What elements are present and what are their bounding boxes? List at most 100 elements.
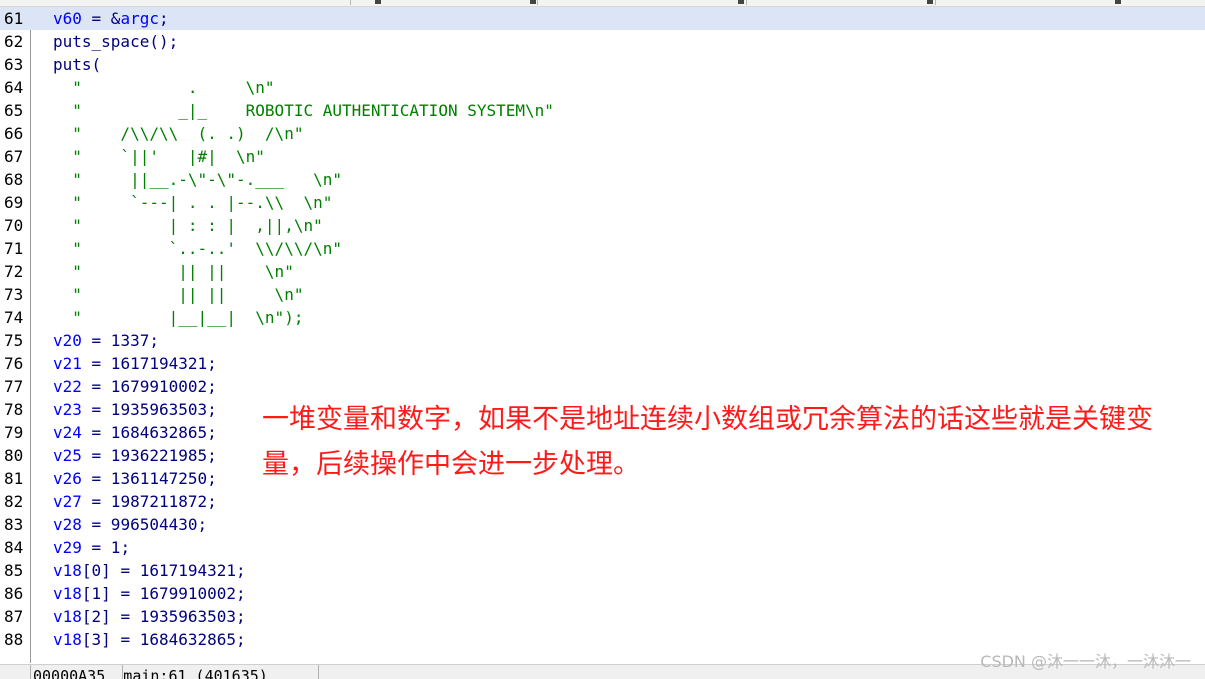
variable-token[interactable]: v26	[53, 469, 82, 488]
code-token: ;	[158, 9, 169, 28]
line-source[interactable]: " ||__.-\"-\"-.___ \n"	[53, 168, 342, 191]
code-line[interactable]: 69 " `---| . . |--.\\ \n"	[0, 191, 1205, 214]
variable-token[interactable]: v18	[53, 607, 82, 626]
variable-token[interactable]: v18	[53, 561, 82, 580]
code-token: = 1337;	[81, 331, 159, 350]
tab-close-icon[interactable]	[375, 0, 381, 4]
line-number: 86	[4, 584, 24, 603]
line-source[interactable]: " | : : | ,||,\n"	[53, 214, 322, 237]
line-source[interactable]: v20 = 1337;	[53, 329, 159, 352]
variable-token[interactable]: v25	[53, 446, 82, 465]
code-line[interactable]: 86 v18[1] = 1679910002;	[0, 582, 1205, 605]
code-line[interactable]: 63 puts(	[0, 53, 1205, 76]
tab-close-icon[interactable]	[927, 0, 933, 4]
code-line[interactable]: 75 v20 = 1337;	[0, 329, 1205, 352]
code-line[interactable]: 71 " `..-..' \\/\\/\n"	[0, 237, 1205, 260]
line-source[interactable]: v25 = 1936221985;	[53, 444, 217, 467]
variable-token[interactable]: argc	[120, 9, 159, 28]
line-source[interactable]: puts_space();	[53, 30, 178, 53]
tab-strip[interactable]	[0, 0, 1205, 7]
code-line[interactable]: 83 v28 = 996504430;	[0, 513, 1205, 536]
line-source[interactable]: " `---| . . |--.\\ \n"	[53, 191, 332, 214]
code-token: puts(	[53, 55, 102, 74]
line-source[interactable]: " /\\/\\ (. .) /\n"	[53, 122, 303, 145]
line-number: 64	[4, 78, 24, 97]
code-line[interactable]: 84 v29 = 1;	[0, 536, 1205, 559]
string-literal: " ||__.-\"-\"-.___ \n"	[53, 170, 342, 189]
code-line[interactable]: 72 " || || \n"	[0, 260, 1205, 283]
line-number: 73	[4, 285, 24, 304]
status-separator	[122, 665, 123, 679]
line-number: 71	[4, 239, 24, 258]
code-token: [1] = 1679910002;	[81, 584, 246, 603]
variable-token[interactable]: v29	[53, 538, 82, 557]
line-number: 87	[4, 607, 24, 626]
code-line[interactable]: 73 " || || \n"	[0, 283, 1205, 306]
line-number: 66	[4, 124, 24, 143]
code-token: = 1;	[81, 538, 131, 557]
string-literal: " || || \n"	[53, 262, 294, 281]
code-line[interactable]: 77 v22 = 1679910002;	[0, 375, 1205, 398]
line-source[interactable]: v23 = 1935963503;	[53, 398, 217, 421]
line-number: 84	[4, 538, 24, 557]
line-number: 72	[4, 262, 24, 281]
line-source[interactable]: " |__|__| \n");	[53, 306, 303, 329]
tab-close-icon[interactable]	[530, 0, 536, 4]
variable-token[interactable]: v60	[53, 9, 82, 28]
variable-token[interactable]: v24	[53, 423, 82, 442]
line-source[interactable]: " || || \n"	[53, 260, 294, 283]
line-source[interactable]: v18[0] = 1617194321;	[53, 559, 246, 582]
pseudocode-view[interactable]: 61 v60 = &argc; 62 puts_space(); 63 puts(64 "…	[0, 7, 1205, 663]
variable-token[interactable]: v20	[53, 331, 82, 350]
line-source[interactable]: v18[3] = 1684632865;	[53, 628, 246, 651]
code-line[interactable]: 65 " _|_ ROBOTIC AUTHENTICATION SYSTEM\n…	[0, 99, 1205, 122]
line-source[interactable]: v60 = &argc;	[53, 7, 169, 30]
tab-close-icon[interactable]	[738, 0, 744, 4]
line-source[interactable]: " || || \n"	[53, 283, 303, 306]
line-source[interactable]: " `..-..' \\/\\/\n"	[53, 237, 342, 260]
code-line[interactable]: 62 puts_space();	[0, 30, 1205, 53]
line-source[interactable]: puts(	[53, 53, 101, 76]
line-source[interactable]: " . \n"	[53, 76, 274, 99]
variable-token[interactable]: v18	[53, 630, 82, 649]
variable-token[interactable]: v23	[53, 400, 82, 419]
line-number: 67	[4, 147, 24, 166]
variable-token[interactable]: v28	[53, 515, 82, 534]
line-number: 80	[4, 446, 24, 465]
line-source[interactable]: v22 = 1679910002;	[53, 375, 217, 398]
code-token: [2] = 1935963503;	[81, 607, 246, 626]
tab-divider	[537, 0, 538, 5]
tab-close-icon[interactable]	[1115, 0, 1121, 4]
line-source[interactable]: v27 = 1987211872;	[53, 490, 217, 513]
code-line[interactable]: 61 v60 = &argc;	[0, 7, 1205, 30]
line-number: 65	[4, 101, 24, 120]
code-line[interactable]: 70 " | : : | ,||,\n"	[0, 214, 1205, 237]
line-source[interactable]: v18[2] = 1935963503;	[53, 605, 246, 628]
code-line[interactable]: 67 " `||' |#| \n"	[0, 145, 1205, 168]
code-line[interactable]: 82 v27 = 1987211872;	[0, 490, 1205, 513]
code-line[interactable]: 85 v18[0] = 1617194321;	[0, 559, 1205, 582]
code-line[interactable]: 64 " . \n"	[0, 76, 1205, 99]
line-source[interactable]: " `||' |#| \n"	[53, 145, 265, 168]
line-source[interactable]: v21 = 1617194321;	[53, 352, 217, 375]
code-line[interactable]: 68 " ||__.-\"-\"-.___ \n"	[0, 168, 1205, 191]
variable-token[interactable]: v22	[53, 377, 82, 396]
code-line[interactable]: 74 " |__|__| \n");	[0, 306, 1205, 329]
line-number: 83	[4, 515, 24, 534]
line-source[interactable]: v29 = 1;	[53, 536, 130, 559]
variable-token[interactable]: v27	[53, 492, 82, 511]
code-line[interactable]: 87 v18[2] = 1935963503;	[0, 605, 1205, 628]
line-source[interactable]: v26 = 1361147250;	[53, 467, 217, 490]
line-source[interactable]: " _|_ ROBOTIC AUTHENTICATION SYSTEM\n"	[53, 99, 554, 122]
code-token: = 1361147250;	[81, 469, 217, 488]
code-token: = 1936221985;	[81, 446, 217, 465]
code-line[interactable]: 76 v21 = 1617194321;	[0, 352, 1205, 375]
code-line[interactable]: 66 " /\\/\\ (. .) /\n"	[0, 122, 1205, 145]
code-token: [3] = 1684632865;	[81, 630, 246, 649]
variable-token[interactable]: v18	[53, 584, 82, 603]
line-source[interactable]: v28 = 996504430;	[53, 513, 207, 536]
variable-token[interactable]: v21	[53, 354, 82, 373]
line-source[interactable]: v24 = 1684632865;	[53, 421, 217, 444]
line-source[interactable]: v18[1] = 1679910002;	[53, 582, 246, 605]
line-number: 74	[4, 308, 24, 327]
